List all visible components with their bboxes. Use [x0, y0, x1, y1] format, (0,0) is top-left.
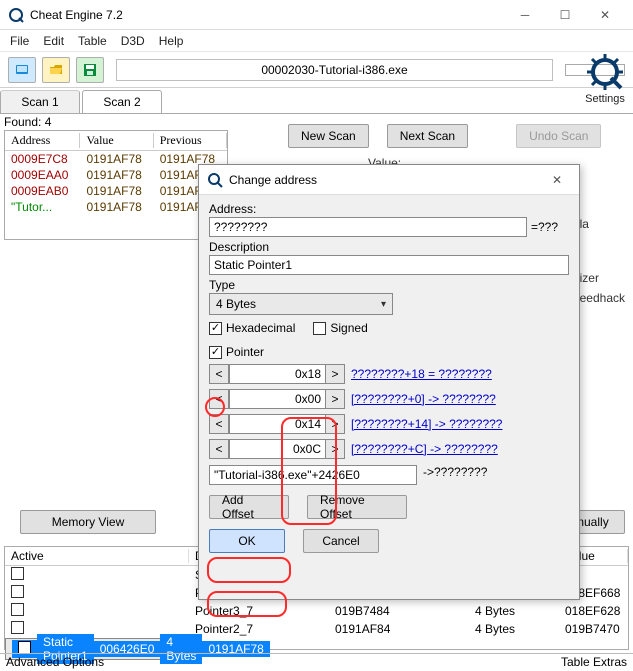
titlebar: Cheat Engine 7.2 ─ ☐ ✕	[0, 0, 633, 30]
description-input[interactable]	[209, 255, 569, 275]
open-icon[interactable]	[42, 57, 70, 83]
memory-view-button[interactable]: Memory View	[20, 510, 156, 534]
offset-next-button[interactable]: >	[325, 364, 345, 384]
new-scan-button[interactable]: New Scan	[288, 124, 369, 148]
highlight-offsets	[281, 417, 337, 525]
list-row[interactable]: Pointer2_70191AF844 Bytes019B7470	[5, 620, 628, 638]
pointer-offset-row: < > ????????+18 = ????????	[209, 364, 569, 384]
menu-help[interactable]: Help	[159, 34, 184, 48]
row-active-checkbox[interactable]	[11, 603, 24, 616]
list-row[interactable]: Pointer3_7019B74844 Bytes018EF628	[5, 602, 628, 620]
menu-edit[interactable]: Edit	[43, 34, 64, 48]
row-active-checkbox[interactable]	[11, 567, 24, 580]
col-value[interactable]: Value	[80, 131, 153, 151]
description-label: Description	[209, 240, 569, 254]
close-button[interactable]: ✕	[585, 1, 625, 29]
table-extras[interactable]: Table Extras	[561, 655, 627, 670]
window-title: Cheat Engine 7.2	[30, 8, 505, 22]
offset-input[interactable]	[285, 389, 325, 409]
offset-prev-button[interactable]: <	[209, 439, 229, 459]
add-offset-button[interactable]: Add Offset	[209, 495, 289, 519]
signed-label: Signed	[330, 321, 367, 335]
scan-tabs: Scan 1 Scan 2	[0, 90, 633, 114]
offset-spacer	[229, 364, 285, 384]
minimize-button[interactable]: ─	[505, 1, 545, 29]
pointer-offset-row: < > [????????+0] -> ????????	[209, 389, 569, 409]
change-address-dialog: Change address ✕ Address: =??? Descripti…	[198, 164, 580, 600]
dialog-close-button[interactable]: ✕	[543, 167, 571, 193]
settings-caption: Settings	[583, 93, 627, 105]
address-label: Address:	[209, 202, 569, 216]
menubar: File Edit Table D3D Help	[0, 30, 633, 52]
pointer-offset-row: < > [????????+14] -> ????????	[209, 414, 569, 434]
dialog-title: Change address	[229, 173, 543, 187]
ok-button[interactable]: OK	[209, 529, 285, 553]
col-previous[interactable]: Previous	[154, 131, 227, 151]
settings-logo[interactable]: Settings	[583, 54, 627, 105]
next-scan-button[interactable]: Next Scan	[387, 124, 468, 148]
menu-file[interactable]: File	[10, 34, 29, 48]
menu-table[interactable]: Table	[78, 34, 107, 48]
result-row[interactable]: 0009E7C80191AF780191AF78	[5, 151, 227, 168]
result-row[interactable]: 0009EAB00191AF780191AF78	[5, 183, 227, 199]
offset-resolved-link[interactable]: ????????+18 = ????????	[351, 367, 492, 381]
statusbar: Advanced Options Table Extras	[0, 653, 633, 671]
offset-resolved-link[interactable]: [????????+C] -> ????????	[351, 442, 498, 456]
offset-spacer	[229, 414, 285, 434]
results-table[interactable]: Address Value Previous 0009E7C80191AF780…	[4, 130, 228, 240]
dialog-icon	[207, 172, 223, 188]
undo-scan-button[interactable]: Undo Scan	[516, 124, 601, 148]
highlight-pointer-checkbox	[205, 397, 225, 417]
offset-prev-button[interactable]: <	[209, 364, 229, 384]
offset-spacer	[229, 439, 285, 459]
save-icon[interactable]	[76, 57, 104, 83]
highlight-add-offset	[207, 557, 291, 583]
row-active-checkbox[interactable]	[11, 585, 24, 598]
offset-next-button[interactable]: >	[325, 389, 345, 409]
scan-buttons: New Scan Next Scan Undo Scan	[288, 124, 601, 148]
maximize-button[interactable]: ☐	[545, 1, 585, 29]
offset-resolved-link[interactable]: [????????+0] -> ????????	[351, 392, 496, 406]
pointer-label: Pointer	[226, 345, 264, 359]
offset-resolved-link[interactable]: [????????+14] -> ????????	[351, 417, 502, 431]
type-select[interactable]: 4 Bytes ▾	[209, 293, 393, 315]
tab-scan2[interactable]: Scan 2	[82, 90, 162, 113]
result-row[interactable]: 0009EAA00191AF780191AF78	[5, 167, 227, 183]
signed-checkbox[interactable]	[313, 322, 326, 335]
offset-spacer	[229, 389, 285, 409]
process-icon[interactable]	[8, 57, 36, 83]
offset-input[interactable]	[285, 364, 325, 384]
found-count-label: Found: 4	[4, 115, 51, 129]
hexadecimal-checkbox[interactable]	[209, 322, 222, 335]
toolbar: 00002030-Tutorial-i386.exe	[0, 52, 633, 88]
col-address[interactable]: Address	[5, 131, 80, 151]
address-equals: =???	[529, 220, 569, 234]
type-value: 4 Bytes	[216, 297, 256, 311]
cancel-button[interactable]: Cancel	[303, 529, 379, 553]
hexadecimal-label: Hexadecimal	[226, 321, 295, 335]
base-resolved: ->????????	[423, 465, 487, 479]
menu-d3d[interactable]: D3D	[121, 34, 145, 48]
app-icon	[8, 7, 24, 23]
chevron-down-icon: ▾	[381, 299, 386, 310]
offset-prev-button[interactable]: <	[209, 414, 229, 434]
address-input[interactable]	[209, 217, 527, 237]
process-title: 00002030-Tutorial-i386.exe	[116, 59, 553, 81]
highlight-ok	[207, 591, 287, 617]
col-active[interactable]: Active	[5, 547, 189, 566]
result-row[interactable]: "Tutor...0191AF780191AF	[5, 199, 227, 215]
dialog-titlebar: Change address ✕	[199, 165, 579, 195]
row-active-checkbox[interactable]	[11, 621, 24, 634]
tab-scan1[interactable]: Scan 1	[0, 90, 80, 113]
type-label: Type	[209, 278, 569, 292]
advanced-options[interactable]: Advanced Options	[6, 655, 104, 670]
pointer-checkbox[interactable]	[209, 346, 222, 359]
pointer-offset-row: < > [????????+C] -> ????????	[209, 439, 569, 459]
